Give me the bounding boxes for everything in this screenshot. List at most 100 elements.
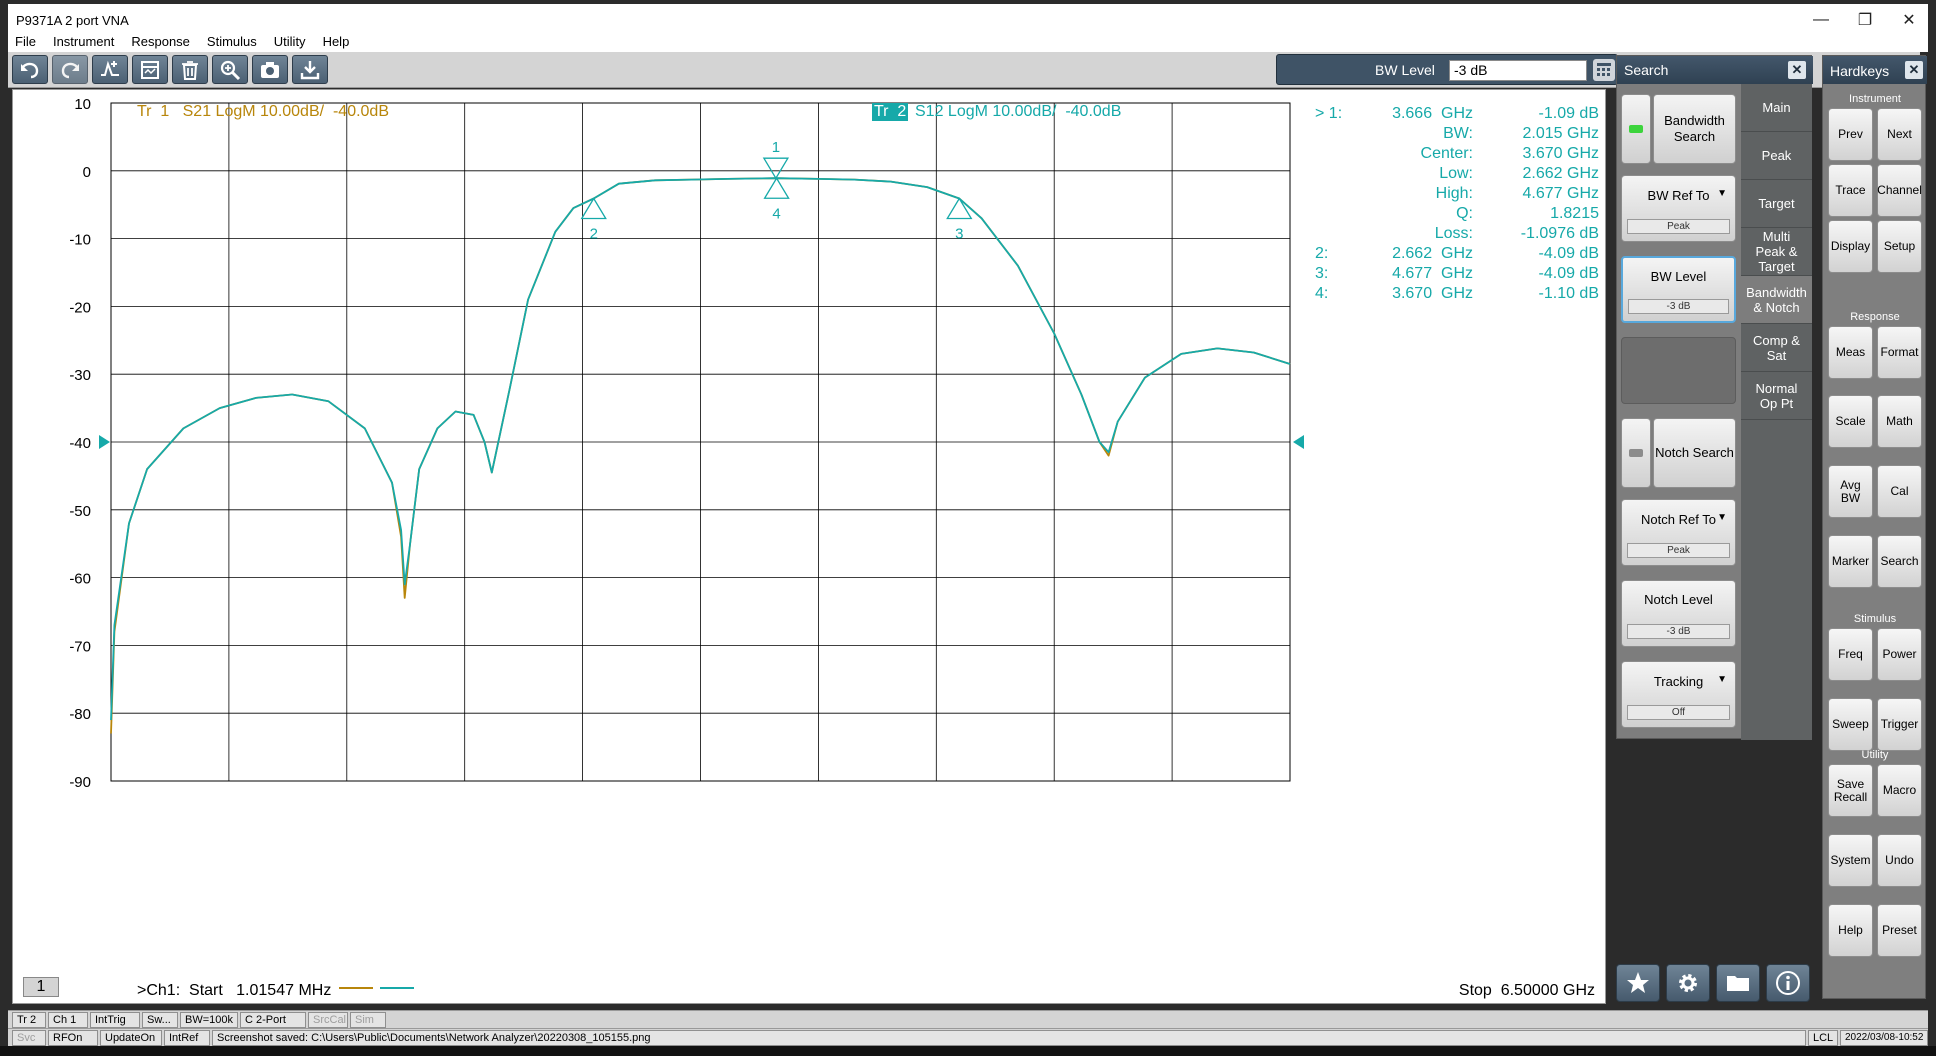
hardkey-avg-bw[interactable]: Avg BW bbox=[1828, 465, 1873, 518]
close-icon[interactable]: ✕ bbox=[1905, 61, 1923, 79]
menu-file[interactable]: File bbox=[15, 34, 36, 49]
close-icon[interactable]: ✕ bbox=[1788, 61, 1806, 79]
chart[interactable]: 10 0 -10 -20 -30 -40 -50 -60 -70 -80 -90 1 4 2 3 bbox=[13, 90, 1607, 1005]
window-title: P9371A 2 port VNA bbox=[16, 12, 129, 28]
hardkey-prev[interactable]: Prev bbox=[1828, 108, 1873, 161]
hardkey-trace[interactable]: Trace bbox=[1828, 164, 1873, 217]
marker-readout-param: Center: bbox=[1420, 145, 1473, 162]
led-off-icon bbox=[1629, 449, 1643, 457]
redo-button[interactable] bbox=[52, 55, 88, 84]
favorites-button[interactable] bbox=[1616, 964, 1660, 1002]
marker-readout-value: 2.015 GHz bbox=[1522, 125, 1599, 142]
status-ref[interactable]: IntRef bbox=[164, 1030, 210, 1046]
hardkey-trigger[interactable]: Trigger bbox=[1877, 698, 1922, 751]
hardkey-help[interactable]: Help bbox=[1828, 904, 1873, 957]
hardkey-cal[interactable]: Cal bbox=[1877, 465, 1922, 518]
y-tick-label: -20 bbox=[69, 299, 91, 316]
hardkey-sweep[interactable]: Sweep bbox=[1828, 698, 1873, 751]
hardkeys-title: Hardkeys bbox=[1830, 63, 1890, 79]
tab-target[interactable]: Target bbox=[1741, 180, 1812, 228]
status-trace[interactable]: Tr 2 bbox=[12, 1012, 46, 1028]
hardkey-undo[interactable]: Undo bbox=[1877, 834, 1922, 887]
search-panel-title: Search bbox=[1624, 62, 1669, 78]
undo-button[interactable] bbox=[12, 55, 48, 84]
tab-peak[interactable]: Peak bbox=[1741, 132, 1812, 180]
settings-button[interactable] bbox=[1666, 964, 1710, 1002]
hardkey-search[interactable]: Search bbox=[1877, 535, 1922, 588]
instrument-section-label: Instrument bbox=[1849, 93, 1901, 105]
bw-level-input[interactable]: -3 dB bbox=[1449, 60, 1587, 81]
notch-search-button[interactable]: Notch Search bbox=[1653, 418, 1736, 488]
menu-stimulus[interactable]: Stimulus bbox=[207, 34, 257, 49]
marker-label-2: 2 bbox=[590, 226, 598, 243]
hardkey-save-recall[interactable]: Save Recall bbox=[1828, 764, 1873, 817]
trace2-label[interactable]: S12 LogM 10.00dB/ -40.0dB bbox=[915, 103, 1121, 121]
tab-bandwidth-notch[interactable]: Bandwidth & Notch bbox=[1741, 276, 1812, 324]
marker-readout-key: > 1: bbox=[1315, 105, 1343, 122]
start-frequency[interactable]: >Ch1: Start 1.01547 MHz bbox=[137, 982, 331, 1000]
bandwidth-search-toggle[interactable] bbox=[1621, 94, 1651, 164]
menu-help[interactable]: Help bbox=[323, 34, 350, 49]
screenshot-button[interactable] bbox=[252, 55, 288, 84]
hardkey-meas[interactable]: Meas bbox=[1828, 326, 1873, 379]
zoom-button[interactable] bbox=[212, 55, 248, 84]
menu-utility[interactable]: Utility bbox=[274, 34, 306, 49]
marker-button[interactable] bbox=[92, 55, 128, 84]
tab-multi-peak-target[interactable]: Multi Peak & Target bbox=[1741, 228, 1812, 276]
hardkey-channel[interactable]: Channel bbox=[1877, 164, 1922, 217]
hardkey-math[interactable]: Math bbox=[1877, 395, 1922, 448]
y-tick-label: -70 bbox=[69, 638, 91, 655]
hardkey-power[interactable]: Power bbox=[1877, 628, 1922, 681]
status-cal[interactable]: C 2-Port bbox=[240, 1012, 306, 1028]
tab-main[interactable]: Main bbox=[1741, 84, 1812, 132]
notch-level-label: Notch Level bbox=[1644, 592, 1713, 607]
hardkey-scale[interactable]: Scale bbox=[1828, 395, 1873, 448]
bw-ref-to-button[interactable]: BW Ref To ▼ Peak bbox=[1621, 175, 1736, 242]
menu-response[interactable]: Response bbox=[131, 34, 190, 49]
notch-level-button[interactable]: Notch Level -3 dB bbox=[1621, 580, 1736, 647]
tab-comp-sat[interactable]: Comp & Sat bbox=[1741, 324, 1812, 372]
y-tick-label: -80 bbox=[69, 706, 91, 723]
hardkey-setup[interactable]: Setup bbox=[1877, 220, 1922, 273]
status-update[interactable]: UpdateOn bbox=[100, 1030, 162, 1046]
hardkey-display[interactable]: Display bbox=[1828, 220, 1873, 273]
delete-button[interactable] bbox=[172, 55, 208, 84]
status-trigger[interactable]: IntTrig bbox=[90, 1012, 140, 1028]
channel-number[interactable]: 1 bbox=[23, 977, 59, 997]
notch-ref-to-button[interactable]: Notch Ref To ▼ Peak bbox=[1621, 499, 1736, 566]
save-button[interactable] bbox=[292, 55, 328, 84]
status-bar-top: Tr 2 Ch 1 IntTrig Sw... BW=100k C 2-Port… bbox=[8, 1010, 1928, 1028]
folder-button[interactable] bbox=[1716, 964, 1760, 1002]
status-bar-bottom: Svc RFOn UpdateOn IntRef Screenshot save… bbox=[8, 1028, 1928, 1046]
utility-section-label: Utility bbox=[1861, 749, 1889, 761]
keypad-button[interactable] bbox=[1593, 59, 1615, 81]
hardkey-marker[interactable]: Marker bbox=[1828, 535, 1873, 588]
bw-level-button[interactable]: BW Level -3 dB bbox=[1621, 256, 1736, 323]
status-svc: Svc bbox=[12, 1030, 46, 1046]
measurement-window[interactable]: 10 0 -10 -20 -30 -40 -50 -60 -70 -80 -90 1 4 2 3 Tr 1 … bbox=[12, 89, 1606, 1004]
status-bandwidth[interactable]: BW=100k bbox=[180, 1012, 238, 1028]
window-button[interactable] bbox=[132, 55, 168, 84]
tracking-button[interactable]: Tracking ▼ Off bbox=[1621, 661, 1736, 728]
trace2-tag[interactable]: Tr 2 bbox=[872, 103, 909, 121]
bw-level-entry: BW Level -3 dB bbox=[1276, 54, 1618, 85]
notch-search-toggle[interactable] bbox=[1621, 418, 1651, 488]
trace1-label[interactable]: Tr 1 S21 LogM 10.00dB/ -40.0dB bbox=[137, 103, 389, 121]
hardkey-format[interactable]: Format bbox=[1877, 326, 1922, 379]
status-sweep[interactable]: Sw... bbox=[142, 1012, 178, 1028]
hardkey-freq[interactable]: Freq bbox=[1828, 628, 1873, 681]
hardkey-preset[interactable]: Preset bbox=[1877, 904, 1922, 957]
bandwidth-search-button[interactable]: Bandwidth Search bbox=[1653, 94, 1736, 164]
menu-instrument[interactable]: Instrument bbox=[53, 34, 114, 49]
hardkey-system[interactable]: System bbox=[1828, 834, 1873, 887]
stop-frequency[interactable]: Stop 6.50000 GHz bbox=[1459, 982, 1595, 1000]
info-button[interactable] bbox=[1766, 964, 1810, 1002]
hardkey-macro[interactable]: Macro bbox=[1877, 764, 1922, 817]
status-rf[interactable]: RFOn bbox=[48, 1030, 98, 1046]
tab-normal-op-pt[interactable]: Normal Op Pt bbox=[1741, 372, 1812, 420]
hardkey-next[interactable]: Next bbox=[1877, 108, 1922, 161]
marker-readout-param: 3.666 GHz bbox=[1392, 105, 1473, 122]
status-lcl: LCL bbox=[1808, 1030, 1838, 1046]
status-channel[interactable]: Ch 1 bbox=[48, 1012, 88, 1028]
marker-label-4: 4 bbox=[772, 205, 780, 222]
